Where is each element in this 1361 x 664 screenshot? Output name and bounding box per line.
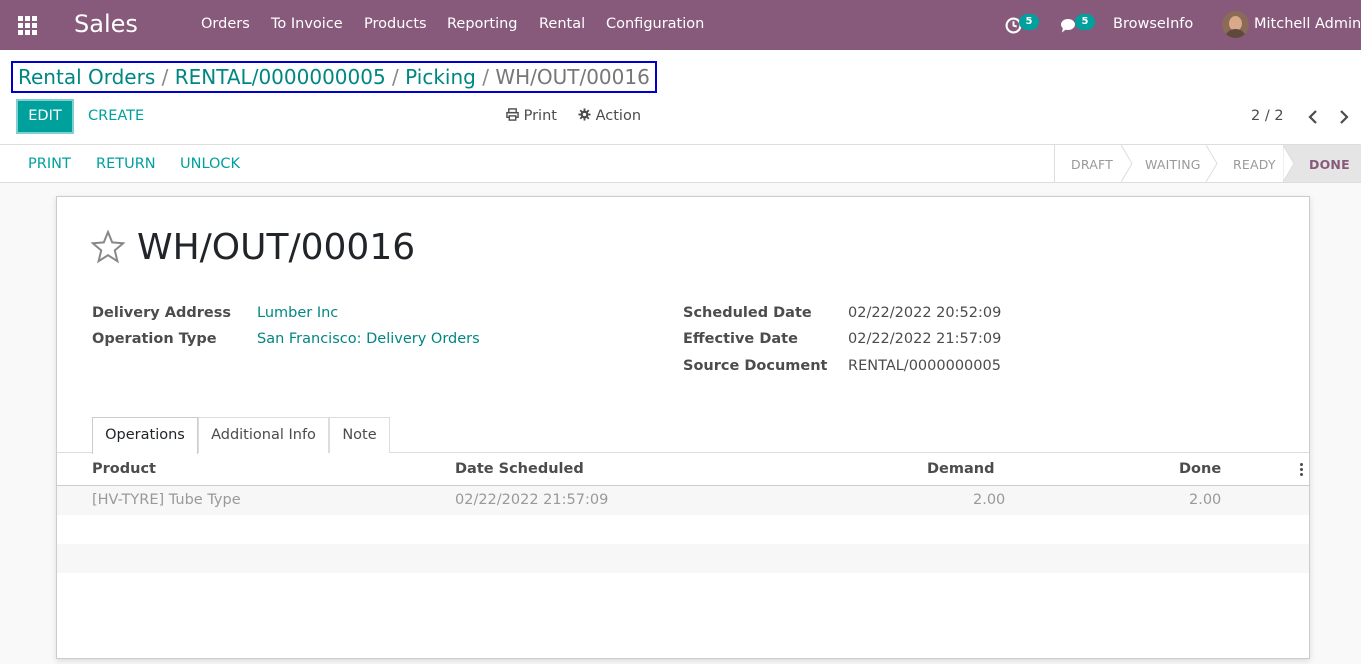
apps-menu-icon[interactable] xyxy=(18,16,37,35)
menu-configuration[interactable]: Configuration xyxy=(606,16,704,32)
status-bar: PRINT RETURN UNLOCK DRAFT WAITING READY … xyxy=(0,145,1361,183)
breadcrumb-picking[interactable]: Picking xyxy=(405,65,476,89)
user-menu[interactable]: Mitchell Admin xyxy=(1254,16,1361,32)
pager-value[interactable]: 2 / 2 xyxy=(1251,108,1284,124)
gear-icon xyxy=(578,108,591,121)
tab-note[interactable]: Note xyxy=(329,417,390,453)
menu-reporting[interactable]: Reporting xyxy=(447,16,518,32)
table-empty-row xyxy=(57,544,1309,573)
activity-button[interactable]: 5 xyxy=(1005,14,1045,36)
edit-button[interactable]: EDIT xyxy=(16,99,74,134)
stage-done: DONE xyxy=(1309,157,1350,172)
row-done: 2.00 xyxy=(1189,492,1222,508)
menu-rental[interactable]: Rental xyxy=(539,16,585,32)
breadcrumb-separator: / xyxy=(392,65,406,89)
pager-next-icon[interactable] xyxy=(1338,110,1350,124)
action-dropdown[interactable]: Action xyxy=(578,108,641,124)
menu-orders[interactable]: Orders xyxy=(201,16,250,32)
row-product: [HV-TYRE] Tube Type xyxy=(92,492,241,508)
delivery-address-value[interactable]: Lumber Inc xyxy=(257,305,338,321)
stage-ready: READY xyxy=(1233,157,1276,172)
top-navbar: Sales Orders To Invoice Products Reporti… xyxy=(0,0,1361,50)
operation-type-label: Operation Type xyxy=(92,331,217,347)
operation-type-value[interactable]: San Francisco: Delivery Orders xyxy=(257,331,480,347)
breadcrumb-separator: / xyxy=(161,65,175,89)
record-title: WH/OUT/00016 xyxy=(137,227,416,268)
control-panel: Rental Orders / RENTAL/0000000005 / Pick… xyxy=(0,50,1361,145)
row-demand: 2.00 xyxy=(973,492,1006,508)
source-document-value: RENTAL/0000000005 xyxy=(848,358,1001,374)
delivery-address-label: Delivery Address xyxy=(92,305,231,321)
breadcrumb-rental-order[interactable]: RENTAL/0000000005 xyxy=(175,65,386,89)
source-document-label: Source Document xyxy=(683,358,828,374)
star-icon[interactable] xyxy=(91,230,125,264)
column-header-done[interactable]: Done xyxy=(1179,461,1221,477)
tab-operations[interactable]: Operations xyxy=(92,417,198,454)
column-header-demand[interactable]: Demand xyxy=(927,461,994,477)
action-label: Action xyxy=(595,108,642,124)
stage-pipeline: DRAFT WAITING READY DONE xyxy=(1054,145,1361,182)
stage-arrow xyxy=(1283,145,1295,182)
form-sheet: WH/OUT/00016 Delivery Address Lumber Inc… xyxy=(56,196,1310,659)
messages-button[interactable]: 5 xyxy=(1060,14,1100,36)
breadcrumb-rental-orders[interactable]: Rental Orders xyxy=(18,65,155,89)
print-label: Print xyxy=(523,108,557,124)
column-header-product[interactable]: Product xyxy=(92,461,156,477)
row-date-scheduled: 02/22/2022 21:57:09 xyxy=(455,492,609,508)
return-button[interactable]: RETURN xyxy=(96,156,156,172)
pager-previous-icon[interactable] xyxy=(1307,110,1319,124)
column-header-date-scheduled[interactable]: Date Scheduled xyxy=(455,461,584,477)
effective-date-value: 02/22/2022 21:57:09 xyxy=(848,331,1002,347)
menu-to-invoice[interactable]: To Invoice xyxy=(271,16,343,32)
breadcrumb-current: WH/OUT/00016 xyxy=(495,65,650,89)
menu-products[interactable]: Products xyxy=(364,16,427,32)
user-avatar[interactable] xyxy=(1222,11,1249,38)
print-button[interactable]: PRINT xyxy=(28,156,71,172)
stage-waiting: WAITING xyxy=(1145,157,1201,172)
scheduled-date-label: Scheduled Date xyxy=(683,305,812,321)
printer-icon xyxy=(506,108,519,121)
tab-additional-info[interactable]: Additional Info xyxy=(198,417,329,453)
messages-count-badge: 5 xyxy=(1075,14,1095,30)
optional-columns-icon[interactable] xyxy=(1300,463,1304,477)
stage-arrow xyxy=(1121,145,1133,182)
stage-draft: DRAFT xyxy=(1071,157,1113,172)
table-row[interactable] xyxy=(57,486,1309,515)
effective-date-label: Effective Date xyxy=(683,331,798,347)
breadcrumb: Rental Orders / RENTAL/0000000005 / Pick… xyxy=(11,61,657,93)
breadcrumb-separator: / xyxy=(482,65,496,89)
activity-count-badge: 5 xyxy=(1019,14,1039,30)
scheduled-date-value: 02/22/2022 20:52:09 xyxy=(848,305,1002,321)
create-button[interactable]: CREATE xyxy=(88,108,144,124)
stage-arrow xyxy=(1206,145,1218,182)
print-dropdown[interactable]: Print xyxy=(506,108,557,124)
company-switcher[interactable]: BrowseInfo xyxy=(1113,16,1193,32)
unlock-button[interactable]: UNLOCK xyxy=(180,156,240,172)
app-name[interactable]: Sales xyxy=(74,10,138,38)
